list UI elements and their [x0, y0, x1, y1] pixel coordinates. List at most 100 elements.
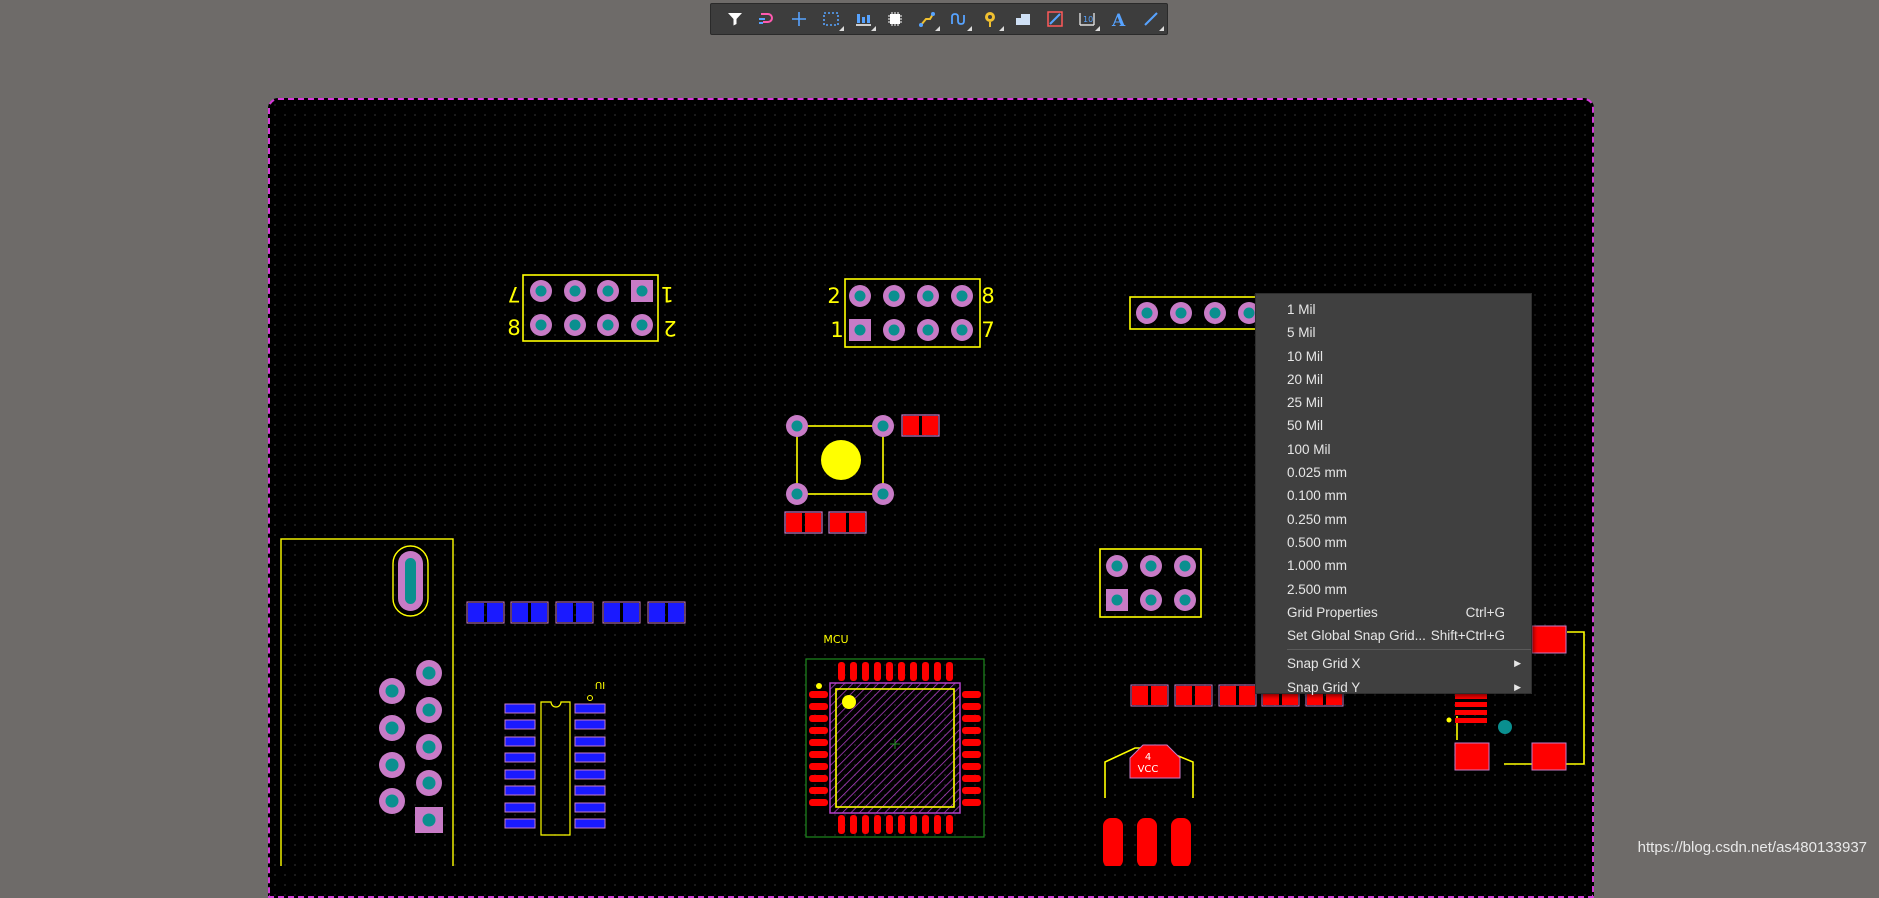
via: [1140, 589, 1162, 611]
via: [379, 678, 405, 704]
via: [786, 483, 808, 505]
via: [564, 280, 586, 302]
soic-ic-u1[interactable]: IU: [504, 679, 606, 836]
submenu-arrow-icon: ▶: [1514, 658, 1521, 669]
via: [872, 483, 894, 505]
button-actuator: [821, 440, 861, 480]
via: [597, 280, 619, 302]
via: [379, 715, 405, 741]
menu-item-grid-0100mm[interactable]: 0.100 mm: [1256, 484, 1531, 507]
menu-item-label: Snap Grid Y: [1287, 679, 1361, 695]
menu-item-grid-20mil[interactable]: 20 Mil: [1256, 368, 1531, 391]
smd-resistor: [555, 601, 594, 624]
smd-resistor: [1174, 684, 1213, 707]
square-pad: [1106, 589, 1128, 611]
menu-item-grid-0025mm[interactable]: 0.025 mm: [1256, 461, 1531, 484]
via: [1170, 302, 1192, 324]
via: [883, 285, 905, 307]
via: [872, 415, 894, 437]
via: [564, 314, 586, 336]
via: [416, 770, 442, 796]
pin-label: 2: [827, 284, 840, 308]
via: [849, 285, 871, 307]
via: [1106, 555, 1128, 577]
via: [1140, 555, 1162, 577]
pcb-artwork: 7 1 8 2 2 8 1 7 IU MCU 4 VCC: [280, 274, 1585, 866]
menu-item-set-global-snap-grid[interactable]: Set Global Snap Grid... Shift+Ctrl+G: [1256, 624, 1531, 647]
connector-j2[interactable]: 2 8 1 7: [827, 278, 995, 348]
via: [951, 319, 973, 341]
menu-item-grid-1mil[interactable]: 1 Mil: [1256, 298, 1531, 321]
smd-resistor[interactable]: [901, 414, 940, 437]
designator-label: MCU: [823, 633, 848, 646]
via: [917, 285, 939, 307]
smd-resistor: [1130, 684, 1169, 707]
pin-label: 1: [660, 282, 673, 306]
pin-label: 8: [981, 284, 994, 308]
pin-number-label: 4: [1145, 752, 1151, 763]
menu-item-grid-100mil[interactable]: 100 Mil: [1256, 438, 1531, 461]
push-button-switch[interactable]: [786, 415, 894, 505]
via: [917, 319, 939, 341]
square-pad: [415, 807, 443, 833]
menu-item-grid-2500mm[interactable]: 2.500 mm: [1256, 578, 1531, 601]
pin-label: 1: [830, 318, 843, 342]
menu-item-grid-0500mm[interactable]: 0.500 mm: [1256, 531, 1531, 554]
menu-separator: [1287, 649, 1531, 651]
via: [379, 752, 405, 778]
via: [379, 788, 405, 814]
menu-item-grid-10mil[interactable]: 10 Mil: [1256, 345, 1531, 368]
via: [631, 314, 653, 336]
menu-item-grid-1000mm[interactable]: 1.000 mm: [1256, 554, 1531, 577]
mcu-qfp[interactable]: MCU: [805, 633, 985, 838]
pin-label: 2: [663, 316, 676, 340]
pin-label: 8: [507, 316, 520, 340]
via: [597, 314, 619, 336]
menu-item-shortcut: Ctrl+G: [1465, 604, 1505, 620]
menu-item-grid-5mil[interactable]: 5 Mil: [1256, 321, 1531, 344]
menu-item-shortcut: Shift+Ctrl+G: [1430, 628, 1505, 644]
via: [1174, 589, 1196, 611]
voltage-regulator[interactable]: 4 VCC: [1103, 744, 1194, 866]
menu-item-grid-50mil[interactable]: 50 Mil: [1256, 414, 1531, 437]
smd-resistor: [602, 601, 641, 624]
via: [1174, 555, 1196, 577]
smd-resistor: [510, 601, 549, 624]
menu-item-snap-grid-x[interactable]: Snap Grid X ▶: [1256, 652, 1531, 675]
menu-item-label: Set Global Snap Grid...: [1287, 628, 1426, 644]
smd-resistor[interactable]: [828, 511, 867, 534]
pin-label: 7: [507, 282, 520, 306]
menu-item-label: Snap Grid X: [1287, 656, 1361, 672]
header-2x3[interactable]: [1099, 548, 1202, 618]
via: [786, 415, 808, 437]
bottom-resistor-row[interactable]: [466, 601, 686, 624]
menu-item-grid-0250mm[interactable]: 0.250 mm: [1256, 508, 1531, 531]
designator-label: IU: [595, 679, 605, 690]
smd-resistor: [647, 601, 686, 624]
via: [530, 314, 552, 336]
connector-j1[interactable]: 7 1 8 2: [507, 274, 677, 342]
via: [951, 285, 973, 307]
via: [416, 660, 442, 686]
via: [416, 734, 442, 760]
menu-item-label: Grid Properties: [1287, 604, 1378, 620]
smd-resistor[interactable]: [784, 511, 823, 534]
smd-resistor: [466, 601, 505, 624]
via: [530, 280, 552, 302]
menu-item-grid-25mil[interactable]: 25 Mil: [1256, 391, 1531, 414]
menu-item-grid-properties[interactable]: Grid Properties Ctrl+G: [1256, 601, 1531, 624]
net-label: VCC: [1138, 764, 1159, 775]
snap-grid-context-menu: 1 Mil 5 Mil 10 Mil 20 Mil 25 Mil 50 Mil …: [1255, 293, 1532, 695]
menu-item-snap-grid-y[interactable]: Snap Grid Y ▶: [1256, 676, 1531, 699]
via: [883, 319, 905, 341]
via: [1136, 302, 1158, 324]
header-1x4[interactable]: [1129, 296, 1271, 330]
via: [416, 697, 442, 723]
submenu-arrow-icon: ▶: [1514, 681, 1521, 692]
square-pad: [849, 319, 871, 341]
square-pad: [631, 280, 653, 302]
db9-connector[interactable]: [280, 538, 454, 866]
pin-label: 7: [981, 318, 994, 342]
via: [1204, 302, 1226, 324]
smd-resistor: [1218, 684, 1257, 707]
